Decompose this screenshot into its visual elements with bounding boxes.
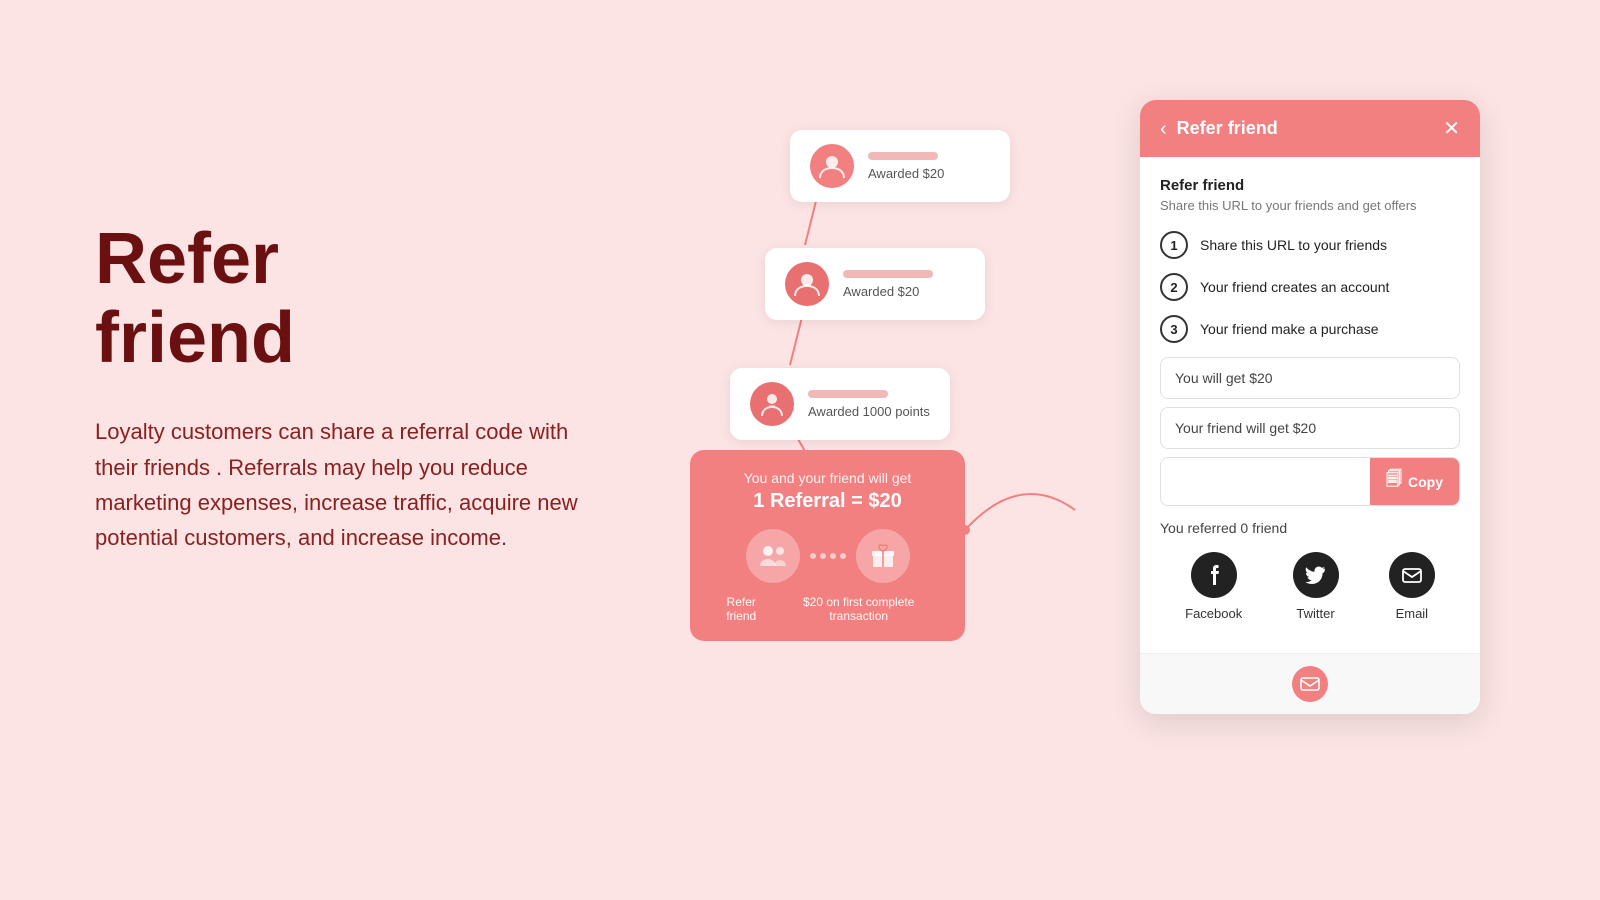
referred-text: You referred 0 friend	[1160, 520, 1460, 536]
twitter-icon	[1293, 552, 1339, 598]
referral-title: You and your friend will get	[710, 470, 945, 486]
copy-icon: 🗐	[1386, 468, 1402, 495]
main-title: Refer friend	[95, 220, 595, 378]
user-card-1: Awarded $20	[790, 130, 1010, 202]
panel-subtitle-title: Refer friend	[1160, 177, 1460, 194]
step-3-number: 3	[1160, 315, 1188, 343]
footer-envelope-icon[interactable]	[1292, 666, 1328, 702]
social-facebook[interactable]: Facebook	[1185, 552, 1242, 621]
email-icon	[1389, 552, 1435, 598]
award-2: Awarded $20	[843, 284, 965, 299]
panel-header: ‹ Refer friend ✕	[1140, 100, 1480, 157]
copy-input[interactable]	[1161, 464, 1370, 499]
facebook-icon	[1191, 552, 1237, 598]
copy-row: 🗐 Copy	[1160, 457, 1460, 506]
refer-label: Refer friend	[710, 595, 772, 623]
left-section: Refer friend Loyalty customers can share…	[95, 220, 595, 555]
gift-icon	[856, 529, 910, 583]
panel-subtitle-desc: Share this URL to your friends and get o…	[1160, 198, 1460, 213]
close-button[interactable]: ✕	[1443, 119, 1460, 139]
referral-bottom-card: You and your friend will get 1 Referral …	[690, 450, 965, 641]
reward-you-box: You will get $20	[1160, 357, 1460, 399]
copy-button[interactable]: 🗐 Copy	[1370, 458, 1459, 505]
social-twitter[interactable]: Twitter	[1293, 552, 1339, 621]
award-1: Awarded $20	[868, 166, 990, 181]
refer-friend-icon	[746, 529, 800, 583]
transaction-label: $20 on first complete transaction	[772, 595, 945, 623]
step-1-number: 1	[1160, 231, 1188, 259]
avatar-1	[810, 144, 854, 188]
social-email[interactable]: Email	[1389, 552, 1435, 621]
panel-header-title: Refer friend	[1177, 118, 1278, 139]
user-card-2: Awarded $20	[765, 248, 985, 320]
email-label: Email	[1396, 606, 1429, 621]
award-3: Awarded 1000 points	[808, 404, 930, 419]
main-description: Loyalty customers can share a referral c…	[95, 414, 595, 555]
referral-amount: 1 Referral = $20	[710, 490, 945, 513]
step-3-row: 3 Your friend make a purchase	[1160, 315, 1460, 343]
title-line1: Refer	[95, 219, 279, 299]
twitter-label: Twitter	[1296, 606, 1334, 621]
avatar-3	[750, 382, 794, 426]
step-2-number: 2	[1160, 273, 1188, 301]
step-1-row: 1 Share this URL to your friends	[1160, 231, 1460, 259]
back-button[interactable]: ‹	[1160, 119, 1167, 139]
right-panel: ‹ Refer friend ✕ Refer friend Share this…	[1140, 100, 1480, 714]
step-2-row: 2 Your friend creates an account	[1160, 273, 1460, 301]
reward-friend-box: Your friend will get $20	[1160, 407, 1460, 449]
social-row: Facebook Twitter Email	[1160, 552, 1460, 621]
panel-body: Refer friend Share this URL to your frie…	[1140, 157, 1480, 653]
step-2-text: Your friend creates an account	[1200, 279, 1389, 295]
avatar-2	[785, 262, 829, 306]
panel-footer	[1140, 653, 1480, 714]
user-card-3: Awarded 1000 points	[730, 368, 950, 440]
step-3-text: Your friend make a purchase	[1200, 321, 1378, 337]
step-1-text: Share this URL to your friends	[1200, 237, 1387, 253]
facebook-label: Facebook	[1185, 606, 1242, 621]
title-line2: friend	[95, 298, 295, 378]
copy-label: Copy	[1408, 474, 1443, 490]
